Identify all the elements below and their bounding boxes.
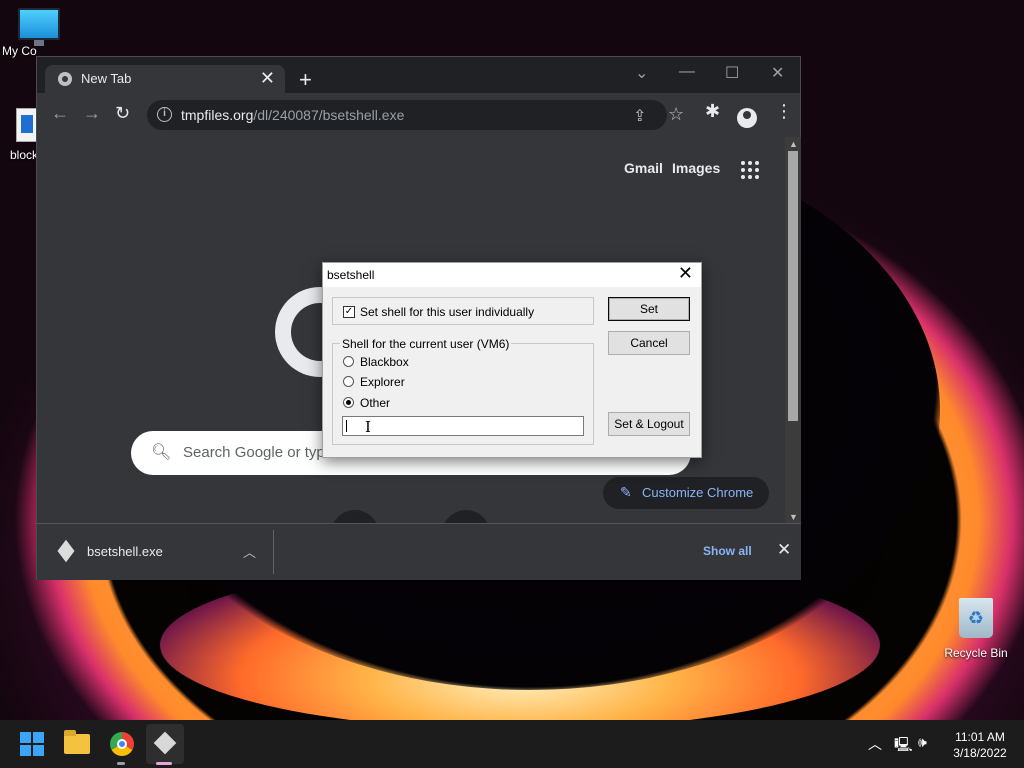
window-close-button[interactable]: ✕: [771, 63, 784, 83]
set-button[interactable]: Set: [608, 297, 690, 321]
scroll-up-arrow-icon[interactable]: ▲: [789, 139, 798, 149]
google-apps-icon[interactable]: [741, 161, 759, 179]
share-icon[interactable]: ⇪: [633, 106, 646, 126]
file-cube-icon: [57, 539, 75, 563]
forward-button[interactable]: →: [83, 103, 101, 124]
other-shell-input[interactable]: I: [342, 416, 584, 436]
dialog-title: bsetshell: [327, 268, 375, 282]
tab-strip: New Tab ✕ + ⌄ — ☐ ✕: [37, 57, 800, 93]
url-host: tmpfiles.org: [181, 107, 254, 123]
ibeam-cursor-icon: I: [365, 418, 371, 436]
address-bar[interactable]: i tmpfiles.org/dl/240087/bsetshell.exe ⇪…: [147, 100, 684, 130]
chevron-up-tray-icon[interactable]: ︿: [868, 734, 882, 754]
running-indicator: [117, 762, 125, 765]
new-tab-button[interactable]: +: [299, 69, 312, 91]
download-filename[interactable]: bsetshell.exe: [87, 544, 163, 559]
images-link[interactable]: Images: [672, 160, 720, 176]
customize-chrome-button[interactable]: ✎ Customize Chrome: [603, 477, 769, 509]
bsetshell-dialog: bsetshell ✕ ✓ Set shell for this user in…: [322, 262, 702, 458]
tab-close-icon[interactable]: ✕: [260, 68, 275, 89]
computer-icon: [18, 8, 60, 46]
cancel-button[interactable]: Cancel: [608, 331, 690, 355]
download-shelf: bsetshell.exe ︿ Show all ✕: [37, 523, 801, 580]
radio-label-blackbox[interactable]: Blackbox: [360, 355, 409, 369]
radio-explorer[interactable]: [343, 376, 354, 387]
shortcut-tile[interactable]: [442, 510, 490, 523]
cube-app-icon: [153, 731, 177, 755]
taskbar-clock[interactable]: 11:01 AM 3/18/2022: [940, 729, 1020, 761]
download-shelf-close-icon[interactable]: ✕: [777, 540, 791, 560]
radio-label-other[interactable]: Other: [360, 396, 390, 410]
maximize-button[interactable]: ☐: [725, 63, 739, 83]
site-info-icon[interactable]: i: [157, 107, 172, 122]
shortcut-tile[interactable]: [331, 510, 379, 523]
divider: [273, 530, 274, 574]
clock-date: 3/18/2022: [953, 746, 1007, 760]
tab-title: New Tab: [81, 71, 132, 86]
checkbox-label[interactable]: Set shell for this user individually: [360, 305, 534, 319]
chevron-up-icon[interactable]: ︿: [243, 542, 256, 561]
search-icon: 🔍︎: [151, 444, 172, 461]
desktop-icon-recycle-bin[interactable]: ♻ Recycle Bin: [940, 598, 1012, 660]
tab-new-tab[interactable]: New Tab ✕: [45, 65, 285, 93]
extensions-puzzle-icon[interactable]: ✱: [705, 101, 720, 122]
start-windows-icon[interactable]: [20, 732, 44, 756]
radio-label-explorer[interactable]: Explorer: [360, 375, 405, 389]
group-legend: Shell for the current user (VM6): [340, 337, 512, 351]
gmail-link[interactable]: Gmail: [624, 160, 663, 176]
profile-avatar-icon[interactable]: [737, 108, 757, 128]
url-text: tmpfiles.org/dl/240087/bsetshell.exe: [181, 107, 404, 123]
chrome-icon[interactable]: [110, 732, 134, 756]
individual-shell-group: ✓ Set shell for this user individually: [332, 297, 594, 325]
scroll-down-arrow-icon[interactable]: ▼: [789, 512, 798, 522]
minimize-button[interactable]: —: [679, 63, 695, 81]
tab-search-dropdown-icon[interactable]: ⌄: [635, 63, 648, 83]
desktop-icon-my-computer[interactable]: My Co: [0, 8, 78, 58]
bsetshell-taskbar-app[interactable]: [146, 724, 184, 764]
individual-shell-checkbox[interactable]: ✓: [343, 306, 355, 318]
desktop-icon-label: Recycle Bin: [944, 646, 1008, 660]
file-explorer-icon[interactable]: [64, 730, 90, 754]
dialog-close-icon[interactable]: ✕: [678, 263, 693, 284]
chrome-favicon-icon: [58, 72, 72, 86]
reload-button[interactable]: ↻: [115, 103, 130, 124]
url-path: /dl/240087/bsetshell.exe: [253, 107, 405, 123]
active-indicator: [156, 762, 172, 765]
customize-chrome-label: Customize Chrome: [642, 485, 754, 500]
show-all-button[interactable]: Show all: [703, 544, 752, 558]
radio-other[interactable]: [343, 397, 354, 408]
menu-kebab-icon[interactable]: ⋮: [775, 101, 793, 122]
browser-toolbar: ← → ↻ i tmpfiles.org/dl/240087/bsetshell…: [37, 93, 800, 137]
text-caret: [346, 420, 347, 432]
scrollbar-thumb[interactable]: [788, 151, 798, 421]
taskbar: ︿ 🖳︎ 🕪︎ 11:01 AM 3/18/2022: [0, 720, 1024, 768]
volume-icon[interactable]: 🕪︎: [918, 734, 927, 751]
radio-blackbox[interactable]: [343, 356, 354, 367]
back-button[interactable]: ←: [51, 103, 69, 124]
pencil-icon: ✎: [620, 484, 632, 500]
recycle-bin-icon: ♻: [959, 598, 993, 638]
clock-time: 11:01 AM: [955, 730, 1005, 744]
shell-options-group: Shell for the current user (VM6) Blackbo…: [332, 337, 594, 445]
page-scrollbar[interactable]: ▲ ▼: [785, 137, 801, 523]
bookmark-star-icon[interactable]: ☆: [668, 104, 684, 125]
dialog-titlebar[interactable]: bsetshell ✕: [323, 263, 701, 287]
network-icon[interactable]: 🖳︎: [894, 734, 913, 758]
set-logout-button[interactable]: Set & Logout: [608, 412, 690, 436]
